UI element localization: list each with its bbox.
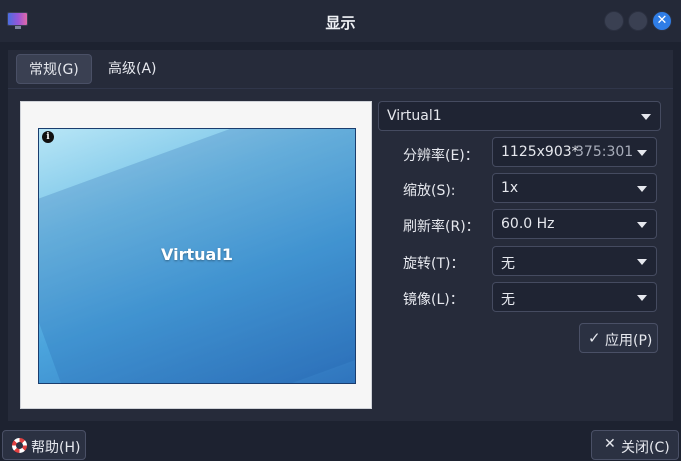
checkmark-icon: ✓ (588, 329, 601, 347)
monitor-screen[interactable]: i Virtual1 (38, 128, 356, 384)
scale-select[interactable]: 1x (492, 173, 657, 203)
mirror-select[interactable]: 无 (492, 282, 657, 312)
close-button-label: 关闭(C) (621, 440, 670, 456)
tab-advanced[interactable]: 高级(A) (96, 54, 169, 84)
resolution-ratio: 375:301 (575, 144, 634, 160)
tab-general[interactable]: 常规(G) (16, 54, 92, 84)
chevron-down-icon (637, 186, 647, 192)
output-select-value: Virtual1 (387, 108, 442, 124)
mirror-value: 无 (501, 292, 515, 308)
scale-label: 缩放(S): (403, 183, 456, 199)
chevron-down-icon (637, 150, 647, 156)
mirror-label: 镜像(L)： (403, 292, 464, 308)
refresh-label: 刷新率(R)： (403, 219, 480, 235)
rotation-select[interactable]: 无 (492, 246, 657, 276)
maximize-button[interactable] (628, 11, 648, 31)
chevron-down-icon (637, 295, 647, 301)
resolution-value: 1125x903* (501, 144, 579, 160)
monitor-preview: i Virtual1 (20, 101, 372, 409)
chevron-down-icon (637, 259, 647, 265)
close-window-button[interactable]: ✕ (652, 11, 672, 31)
refresh-value: 60.0 Hz (501, 216, 555, 232)
window-title: 显示 (325, 14, 356, 32)
help-button-label: 帮助(H) (31, 440, 81, 456)
minimize-button[interactable] (604, 11, 624, 31)
info-icon[interactable]: i (42, 131, 54, 143)
rotation-label: 旋转(T)： (403, 256, 465, 272)
close-icon: ✕ (604, 436, 616, 452)
monitor-label: Virtual1 (161, 245, 233, 264)
close-button[interactable]: ✕ 关闭(C) (591, 430, 679, 460)
lifebuoy-icon (12, 438, 27, 453)
scale-value: 1x (501, 180, 519, 196)
apply-button[interactable]: ✓ 应用(P) (579, 323, 658, 353)
resolution-select[interactable]: 1125x903* 375:301 (492, 137, 657, 167)
chevron-down-icon (641, 114, 651, 120)
resolution-label: 分辨率(E)： (403, 148, 479, 164)
rotation-value: 无 (501, 256, 515, 272)
help-button[interactable]: 帮助(H) (2, 430, 86, 460)
tab-bar: 常规(G) 高级(A) (8, 50, 673, 88)
chevron-down-icon (637, 222, 647, 228)
apply-button-label: 应用(P) (605, 333, 653, 349)
refresh-select[interactable]: 60.0 Hz (492, 209, 657, 239)
output-select[interactable]: Virtual1 (378, 101, 661, 131)
title-bar: 显示 ✕ (0, 0, 681, 42)
